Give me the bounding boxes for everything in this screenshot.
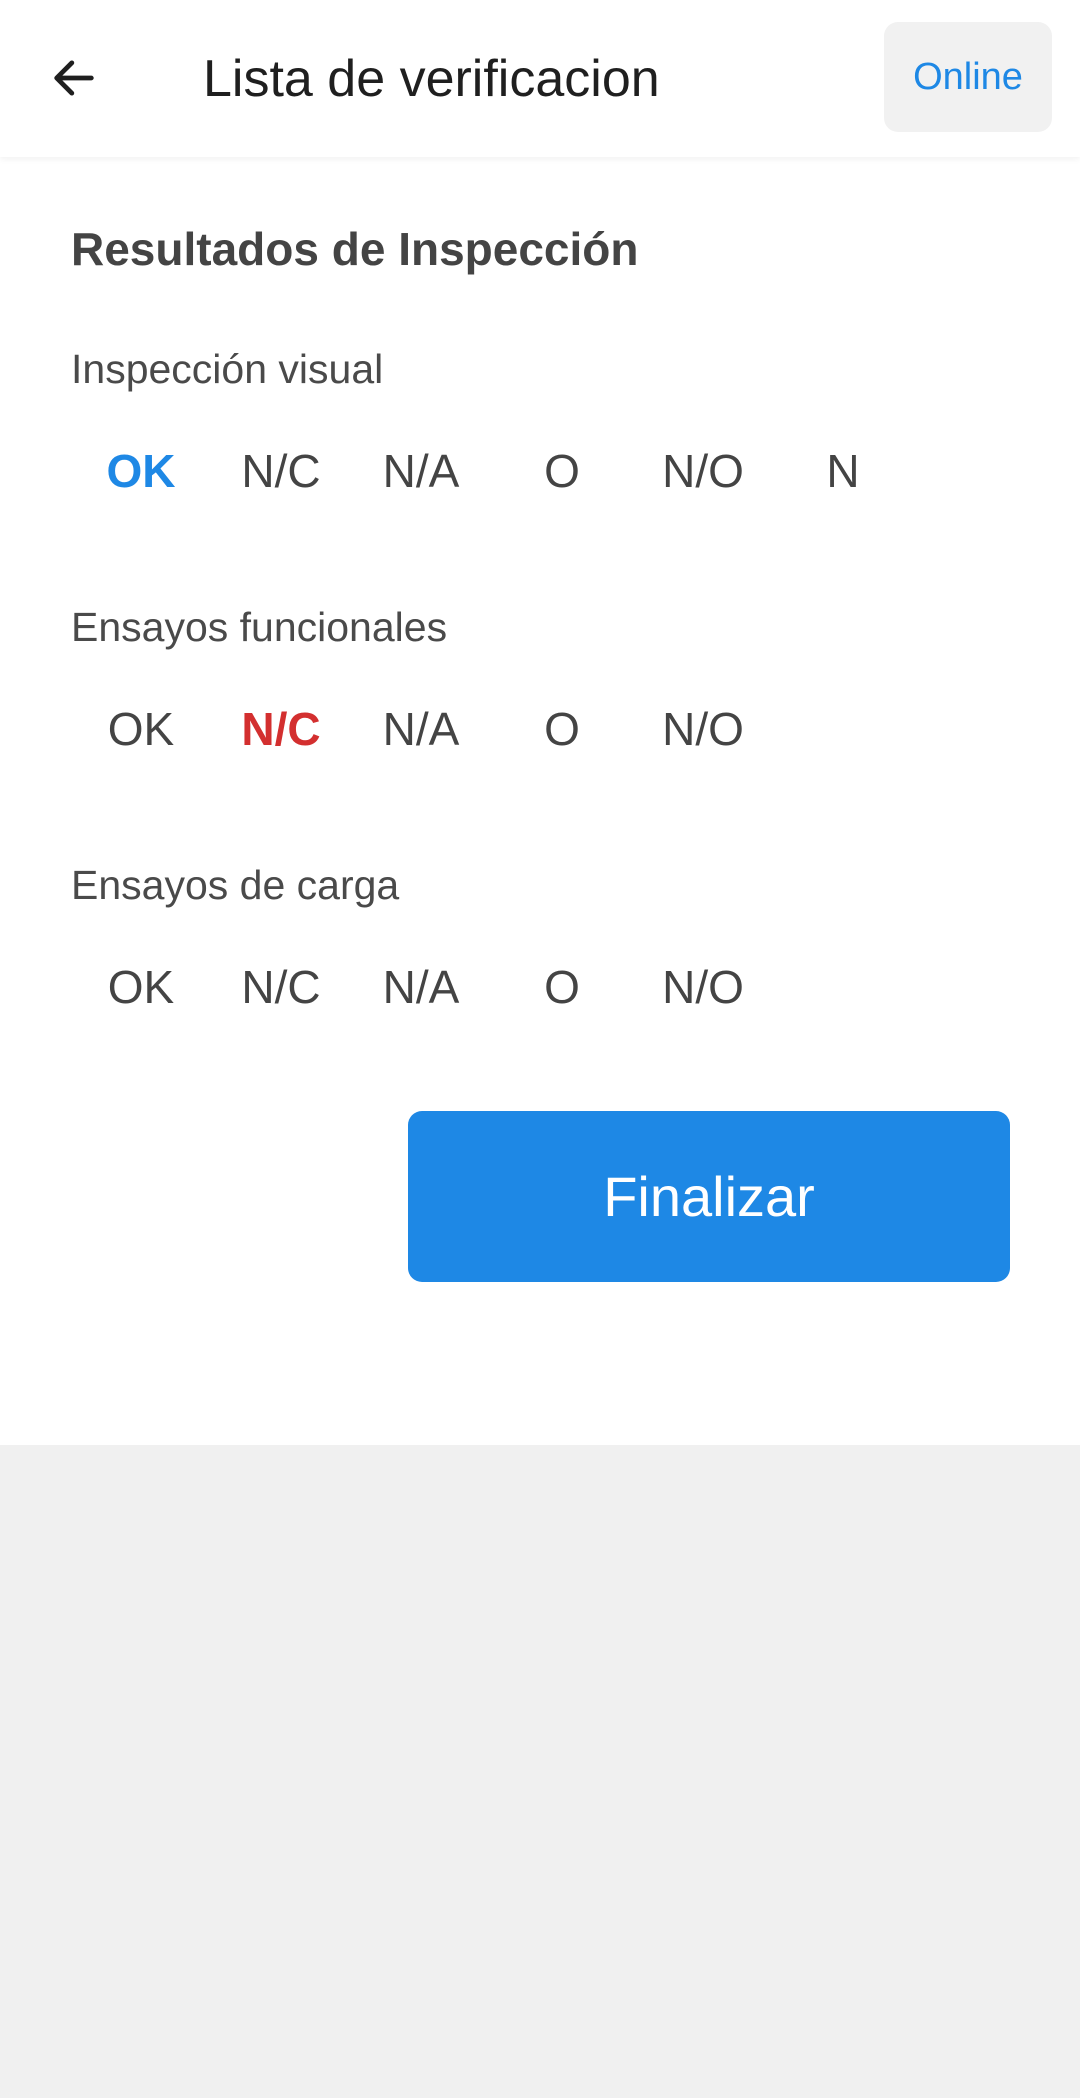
group-label-ensayos-de-carga: Ensayos de carga [71, 862, 400, 908]
group-label-inspeccion-visual: Inspección visual [71, 346, 384, 392]
option-ok[interactable]: OK [71, 694, 211, 764]
option-ok[interactable]: OK [71, 952, 211, 1022]
back-button[interactable] [32, 36, 116, 120]
option-no[interactable]: N/O [633, 694, 773, 764]
option-nc[interactable]: N/C [211, 436, 351, 506]
option-row-inspeccion-visual: OK N/C N/A O N/O N [0, 436, 1080, 506]
option-o[interactable]: O [492, 694, 632, 764]
option-no[interactable]: N/O [633, 436, 773, 506]
option-row-ensayos-de-carga: OK N/C N/A O N/O [0, 952, 1080, 1022]
finalize-button[interactable]: Finalizar [408, 1111, 1010, 1282]
option-na[interactable]: N/A [351, 952, 491, 1022]
option-na[interactable]: N/A [351, 694, 491, 764]
option-o[interactable]: O [492, 952, 632, 1022]
option-no[interactable]: N/O [633, 952, 773, 1022]
section-title: Resultados de Inspección [71, 223, 639, 275]
option-nc[interactable]: N/C [211, 694, 351, 764]
arrow-left-icon [54, 60, 94, 96]
group-label-ensayos-funcionales: Ensayos funcionales [71, 604, 448, 650]
online-button[interactable]: Online [884, 22, 1052, 132]
page-title: Lista de verificacion [203, 50, 660, 108]
app-bar: Lista de verificacion Online [0, 0, 1080, 157]
option-na[interactable]: N/A [351, 436, 491, 506]
option-row-ensayos-funcionales: OK N/C N/A O N/O [0, 694, 1080, 764]
option-ok[interactable]: OK [71, 436, 211, 506]
main-content: Resultados de Inspección Inspección visu… [0, 157, 1080, 1445]
option-o[interactable]: O [492, 436, 632, 506]
option-n[interactable]: N [773, 436, 913, 506]
option-nc[interactable]: N/C [211, 952, 351, 1022]
